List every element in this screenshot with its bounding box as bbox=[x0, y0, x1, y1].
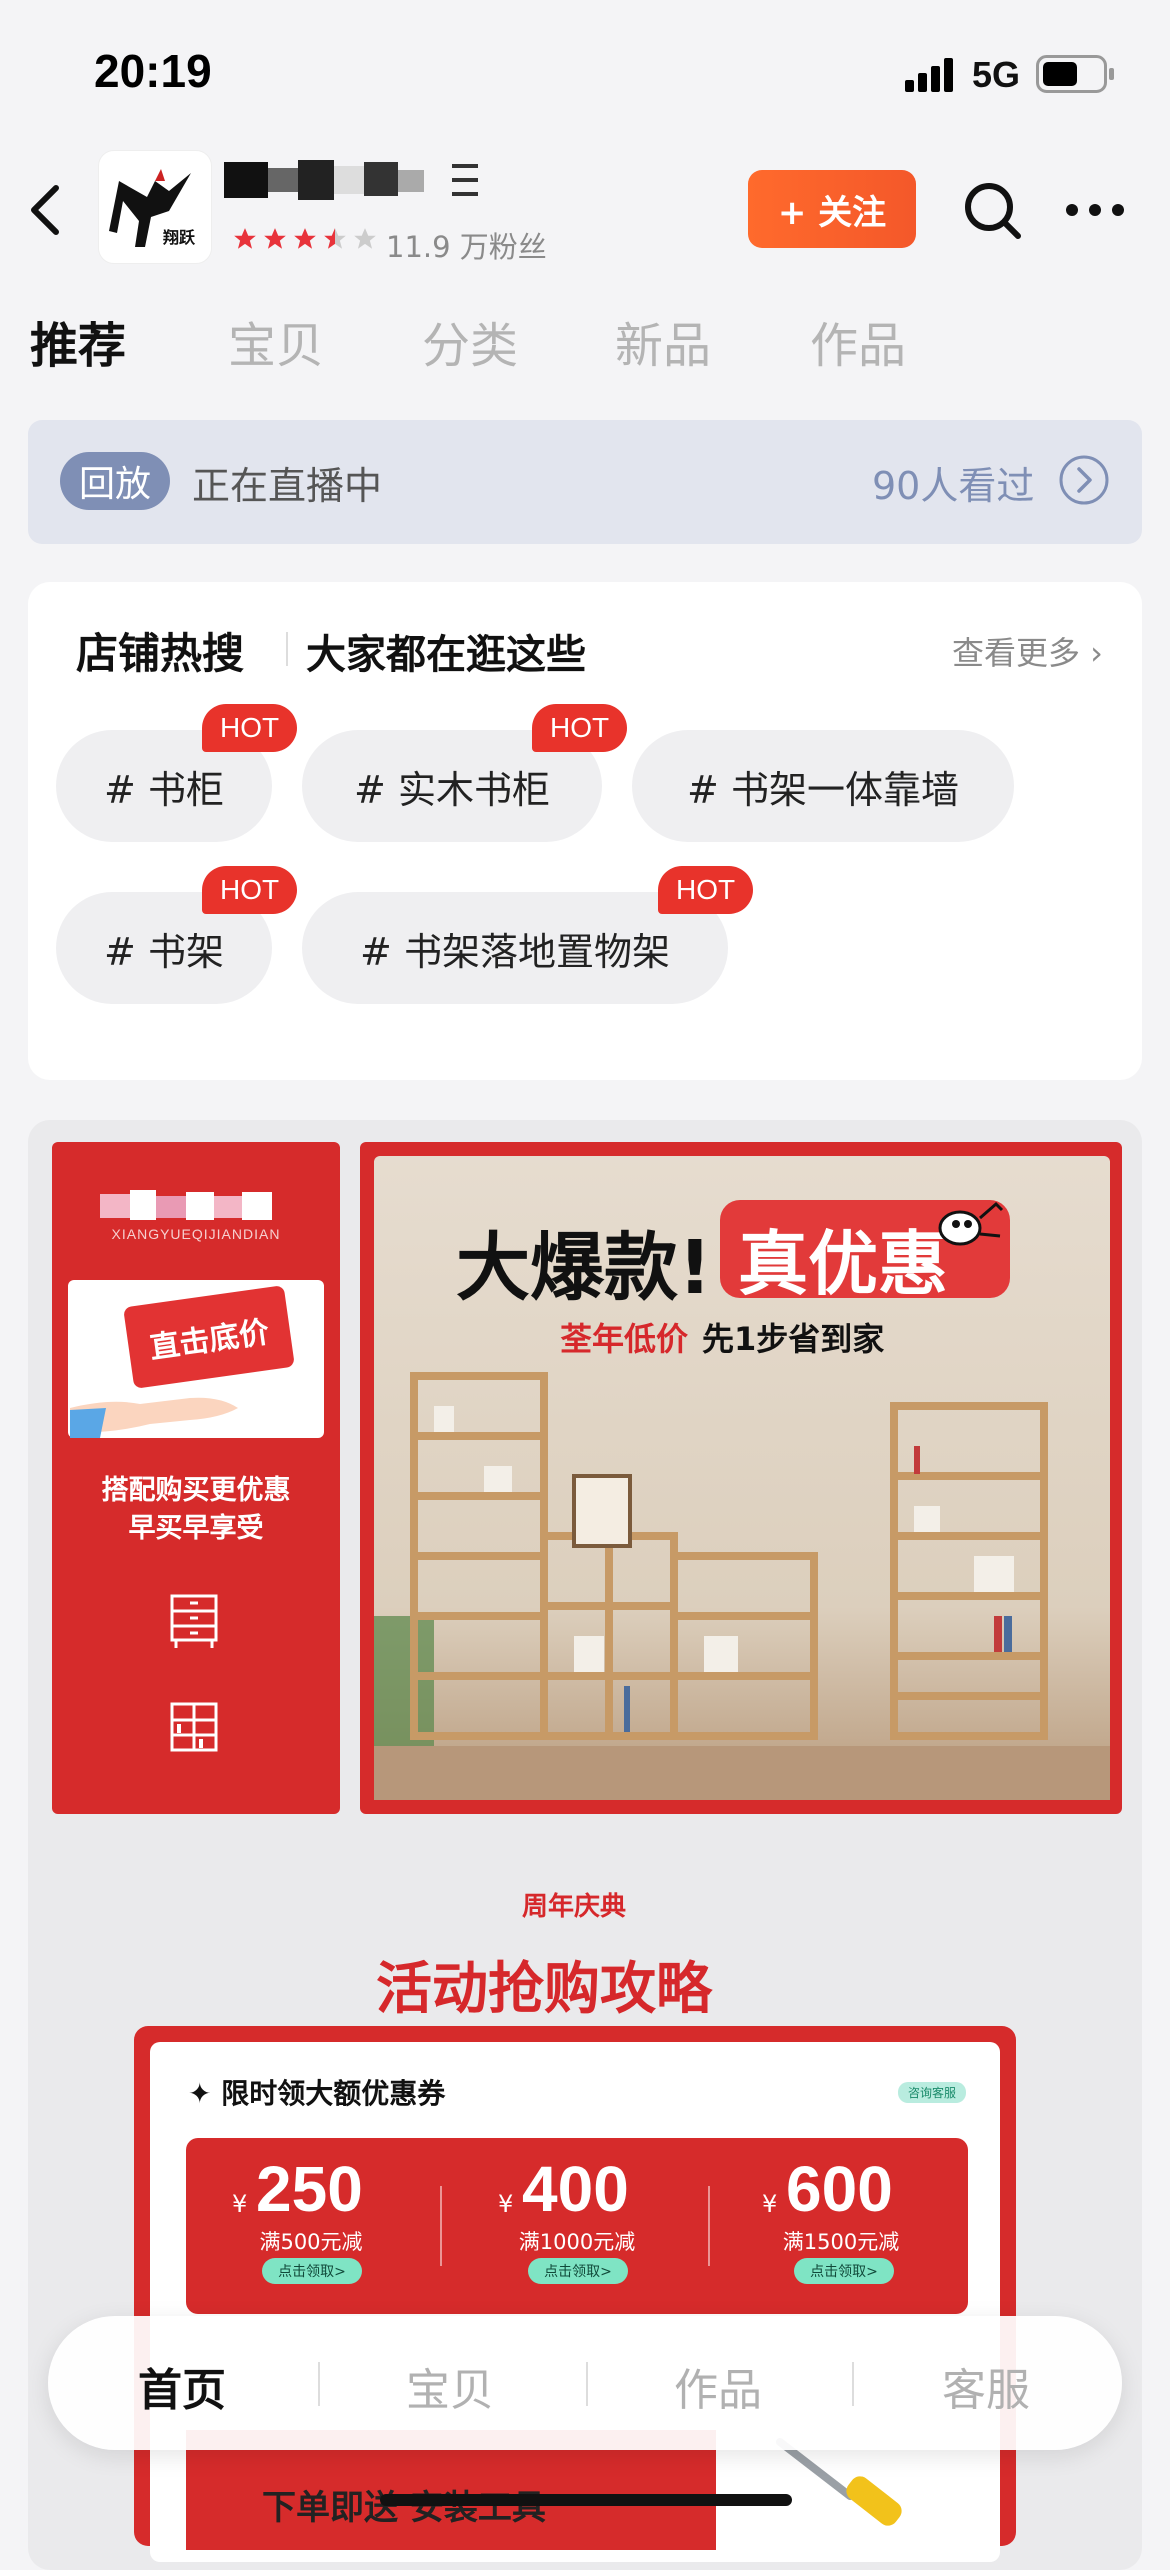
shop-name-redacted bbox=[224, 160, 424, 200]
tab-items[interactable]: 宝贝 bbox=[228, 306, 324, 376]
battery-icon bbox=[1036, 55, 1114, 93]
rating-stars bbox=[232, 226, 378, 252]
activity-title: 活动抢购攻略 bbox=[376, 1957, 712, 2022]
status-time: 20:19 bbox=[94, 45, 212, 97]
hot-search-subtitle: 大家都在逛这些 bbox=[306, 632, 586, 678]
hot-search-title: 店铺热搜 bbox=[76, 629, 245, 678]
brand-logo-redacted bbox=[100, 1190, 272, 1220]
tab-new[interactable]: 新品 bbox=[615, 306, 711, 376]
coupon-amount: 250 bbox=[256, 2153, 363, 2225]
hand-icon bbox=[70, 1397, 238, 1438]
star-icon bbox=[234, 228, 256, 249]
promo-text-early: 早买早享受 bbox=[128, 1513, 264, 1544]
home-indicator[interactable] bbox=[380, 2494, 792, 2506]
viewers-count: 90人看过 bbox=[872, 464, 1035, 508]
coupon-claim-button[interactable]: 点击领取> bbox=[528, 2258, 628, 2284]
mascot-icon bbox=[938, 1201, 1004, 1246]
menu-lines-icon bbox=[452, 164, 478, 196]
promo-subline-red: 荃年低价 bbox=[560, 1320, 689, 1358]
fans-count: 11.9 万粉丝 bbox=[386, 230, 547, 264]
coupon-condition: 满500元减 bbox=[259, 2230, 363, 2254]
star-empty-icon bbox=[354, 228, 376, 249]
back-icon[interactable] bbox=[26, 180, 66, 240]
hot-chip-wall-bookshelf[interactable]: # 书架一体靠墙 bbox=[632, 730, 1014, 842]
promo-headline-1: 大爆款! bbox=[456, 1225, 712, 1311]
shop-logo[interactable]: 翔跃 bbox=[98, 150, 212, 264]
coupon-condition: 满1000元减 bbox=[518, 2230, 636, 2254]
promo-headline-2: 真优惠 bbox=[738, 1223, 948, 1305]
nav-divider bbox=[318, 2362, 320, 2406]
follow-button[interactable]: + 关注 bbox=[748, 170, 916, 248]
hot-badge: HOT bbox=[202, 866, 298, 914]
coupon-divider bbox=[708, 2186, 710, 2266]
screwdriver-icon bbox=[776, 2438, 902, 2526]
promo-subline-black: 先1步省到家 bbox=[702, 1320, 885, 1358]
star-icon bbox=[264, 228, 286, 249]
nav-divider bbox=[852, 2362, 854, 2406]
promo-text-bundle: 搭配购买更优惠 bbox=[101, 1475, 291, 1506]
replay-badge[interactable]: 回放 bbox=[60, 452, 170, 510]
divider bbox=[286, 632, 288, 666]
coupon-claim-button[interactable]: 点击领取> bbox=[262, 2258, 362, 2284]
see-more-link[interactable]: 查看更多 › bbox=[952, 628, 1103, 674]
nav-works[interactable]: 作品 bbox=[638, 2354, 798, 2418]
nav-customer-service[interactable]: 客服 bbox=[906, 2354, 1066, 2418]
service-badge[interactable]: 咨询客服 bbox=[898, 2082, 967, 2103]
network-label: 5G bbox=[972, 54, 1021, 95]
anniversary-label: 周年庆典 bbox=[522, 1892, 627, 1922]
tab-works[interactable]: 作品 bbox=[810, 306, 906, 376]
live-status: 正在直播中 bbox=[192, 464, 383, 508]
coupon-currency: ¥ bbox=[232, 2190, 248, 2218]
hot-badge: HOT bbox=[532, 704, 628, 752]
brand-subtitle: XIANGYUEQIJIANDIAN bbox=[111, 1226, 281, 1242]
coupon-amount: 400 bbox=[522, 2153, 629, 2225]
nav-items[interactable]: 宝贝 bbox=[370, 2354, 530, 2418]
hot-badge: HOT bbox=[202, 704, 298, 752]
signal-icon bbox=[905, 58, 953, 92]
svg-text:翔跃: 翔跃 bbox=[162, 228, 196, 247]
tab-recommend[interactable]: 推荐 bbox=[30, 306, 126, 376]
coupon-currency: ¥ bbox=[762, 2190, 778, 2218]
bookshelf-illustration bbox=[374, 1372, 1110, 1800]
nav-home[interactable]: 首页 bbox=[102, 2354, 262, 2418]
coupon-claim-button[interactable]: 点击领取> bbox=[794, 2258, 894, 2284]
coupon-condition: 满1500元减 bbox=[782, 2230, 900, 2254]
nav-divider bbox=[586, 2362, 588, 2406]
coupon-amount: 600 bbox=[786, 2153, 893, 2225]
coupon-title: ✦ 限时领大额优惠券 bbox=[188, 2077, 446, 2110]
coupon-currency: ¥ bbox=[498, 2190, 514, 2218]
tab-category[interactable]: 分类 bbox=[422, 306, 518, 376]
half-star-icon bbox=[324, 228, 346, 249]
coupon-divider bbox=[440, 2186, 442, 2266]
hot-badge: HOT bbox=[658, 866, 754, 914]
search-icon[interactable] bbox=[960, 178, 1024, 242]
bookshelf-icon[interactable] bbox=[168, 1700, 220, 1754]
cabinet-icon[interactable] bbox=[168, 1592, 220, 1650]
chevron-right-circle-icon[interactable] bbox=[1058, 454, 1110, 506]
star-icon bbox=[294, 228, 316, 249]
more-icon[interactable] bbox=[1064, 196, 1126, 224]
